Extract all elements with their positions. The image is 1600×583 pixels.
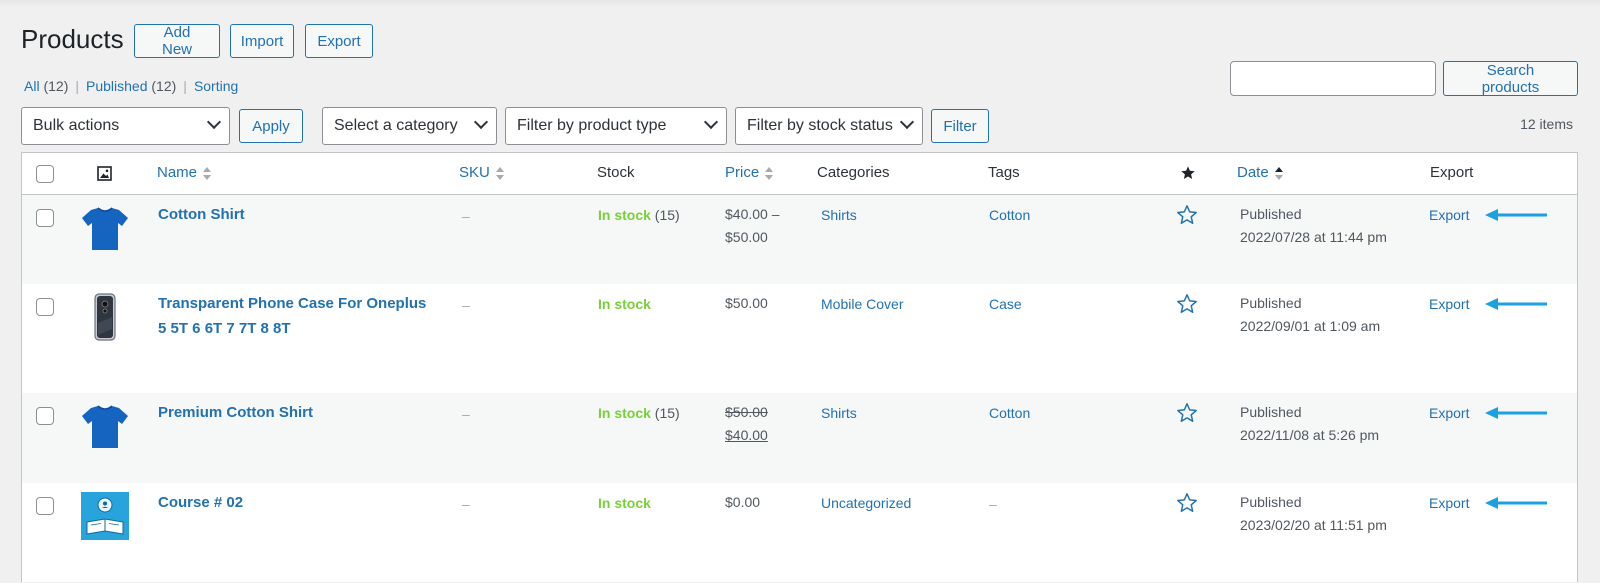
sku-value: –	[462, 297, 470, 313]
items-count: 12 items	[1520, 116, 1573, 132]
regular-price: $50.00	[725, 404, 768, 420]
stock-status: In stock	[598, 296, 651, 312]
product-name-link[interactable]: Course # 02	[158, 490, 243, 515]
sort-icon	[765, 166, 774, 181]
sale-price: $40.00	[725, 427, 768, 443]
publish-date: Published 2022/07/28 at 11:44 pm	[1240, 206, 1387, 245]
tag-link[interactable]: Case	[989, 296, 1022, 312]
star-outline-icon[interactable]	[1176, 402, 1198, 424]
stock-status: In stock	[598, 495, 651, 511]
top-shade	[0, 0, 1600, 8]
export-link[interactable]: Export	[1429, 405, 1469, 421]
chevron-down-icon	[899, 114, 915, 130]
export-link[interactable]: Export	[1429, 495, 1469, 511]
stock-status: In stock (15)	[598, 207, 680, 223]
stock-status: In stock (15)	[598, 405, 680, 421]
category-link[interactable]: Shirts	[821, 207, 857, 223]
publish-date: Published 2022/09/01 at 1:09 am	[1240, 295, 1381, 334]
star-outline-icon[interactable]	[1176, 492, 1198, 514]
shirt-thumbnail-icon[interactable]	[81, 402, 129, 450]
view-all[interactable]: All (12)	[24, 78, 68, 94]
course-thumbnail-icon[interactable]	[81, 492, 129, 540]
category-link[interactable]: Shirts	[821, 405, 857, 421]
column-export: Export	[1430, 164, 1474, 181]
column-name[interactable]: Name	[157, 164, 212, 181]
export-link[interactable]: Export	[1429, 207, 1469, 223]
product-name-link[interactable]: Cotton Shirt	[158, 202, 245, 227]
column-price[interactable]: Price	[725, 164, 774, 181]
arrow-left-icon	[1485, 298, 1547, 310]
publish-date: Published 2022/11/08 at 5:26 pm	[1240, 404, 1380, 443]
export-button[interactable]: Export	[305, 24, 373, 58]
row-checkbox[interactable]	[36, 298, 54, 316]
row-checkbox[interactable]	[36, 497, 54, 515]
product-type-value: Filter by product type	[517, 117, 667, 134]
search-products-button[interactable]: Search products	[1443, 61, 1578, 96]
row-checkbox[interactable]	[36, 407, 54, 425]
column-sku[interactable]: SKU	[459, 164, 505, 181]
search-input[interactable]	[1230, 61, 1436, 96]
arrow-left-icon	[1485, 407, 1547, 419]
phone-case-thumbnail-icon[interactable]	[81, 293, 129, 341]
column-tags: Tags	[988, 164, 1020, 181]
stock-status-select[interactable]: Filter by stock status	[735, 107, 923, 145]
table-row: Transparent Phone Case For Oneplus 5 5T 6…	[22, 284, 1577, 393]
shirt-thumbnail-icon[interactable]	[81, 204, 129, 252]
export-link[interactable]: Export	[1429, 296, 1469, 312]
arrow-left-icon	[1485, 209, 1547, 221]
arrow-left-icon	[1485, 497, 1547, 509]
bulk-actions-select[interactable]: Bulk actions	[21, 107, 230, 145]
products-table: Name SKU Stock Price Categories Tags Dat…	[21, 152, 1578, 582]
filter-button[interactable]: Filter	[931, 109, 989, 143]
star-outline-icon[interactable]	[1176, 204, 1198, 226]
page-title: Products	[21, 24, 124, 54]
publish-date: Published 2023/02/20 at 11:51 pm	[1240, 494, 1387, 533]
chevron-down-icon	[473, 114, 489, 130]
view-sorting[interactable]: Sorting	[194, 78, 238, 94]
tag-link[interactable]: Cotton	[989, 207, 1030, 223]
column-date[interactable]: Date	[1237, 164, 1284, 181]
price-value: $50.00	[725, 295, 768, 311]
tag-value: –	[989, 496, 997, 512]
bulk-actions-value: Bulk actions	[33, 117, 120, 134]
product-name-link[interactable]: Transparent Phone Case For Oneplus 5 5T 6…	[158, 291, 426, 341]
apply-button[interactable]: Apply	[239, 109, 303, 143]
category-select[interactable]: Select a category	[322, 107, 497, 145]
category-link[interactable]: Uncategorized	[821, 495, 911, 511]
view-filters: All (12) | Published (12) | Sorting	[24, 78, 239, 94]
sort-icon	[1274, 166, 1284, 181]
price-value: $40.00 – $50.00	[725, 206, 780, 245]
price-value: $0.00	[725, 494, 761, 510]
table-header: Name SKU Stock Price Categories Tags Dat…	[22, 153, 1577, 195]
select-all-checkbox[interactable]	[36, 165, 54, 183]
product-type-select[interactable]: Filter by product type	[505, 107, 727, 145]
image-icon	[97, 166, 112, 181]
column-categories: Categories	[817, 164, 890, 181]
table-row: Premium Cotton Shirt – In stock (15) $50…	[22, 393, 1577, 483]
price-value: $50.00 $40.00	[725, 401, 768, 447]
view-published[interactable]: Published (12)	[86, 78, 176, 94]
column-stock: Stock	[597, 164, 635, 181]
table-row: Cotton Shirt – In stock (15) $40.00 – $50…	[22, 195, 1577, 284]
featured-star-icon[interactable]	[1180, 165, 1196, 181]
stock-status-value: Filter by stock status	[747, 117, 893, 134]
table-row: Course # 02 – In stock $0.00 Uncategoriz…	[22, 483, 1577, 583]
tag-link[interactable]: Cotton	[989, 405, 1030, 421]
sku-value: –	[462, 406, 470, 422]
row-checkbox[interactable]	[36, 209, 54, 227]
import-button[interactable]: Import	[230, 24, 294, 58]
category-link[interactable]: Mobile Cover	[821, 296, 903, 312]
category-value: Select a category	[334, 117, 458, 134]
product-name-link[interactable]: Premium Cotton Shirt	[158, 400, 313, 425]
star-outline-icon[interactable]	[1176, 293, 1198, 315]
add-new-button[interactable]: Add New	[134, 24, 220, 58]
sort-icon	[495, 166, 505, 181]
sku-value: –	[462, 496, 470, 512]
chevron-down-icon	[206, 114, 222, 130]
sku-value: –	[462, 208, 470, 224]
chevron-down-icon	[703, 114, 719, 130]
sort-icon	[203, 166, 212, 181]
